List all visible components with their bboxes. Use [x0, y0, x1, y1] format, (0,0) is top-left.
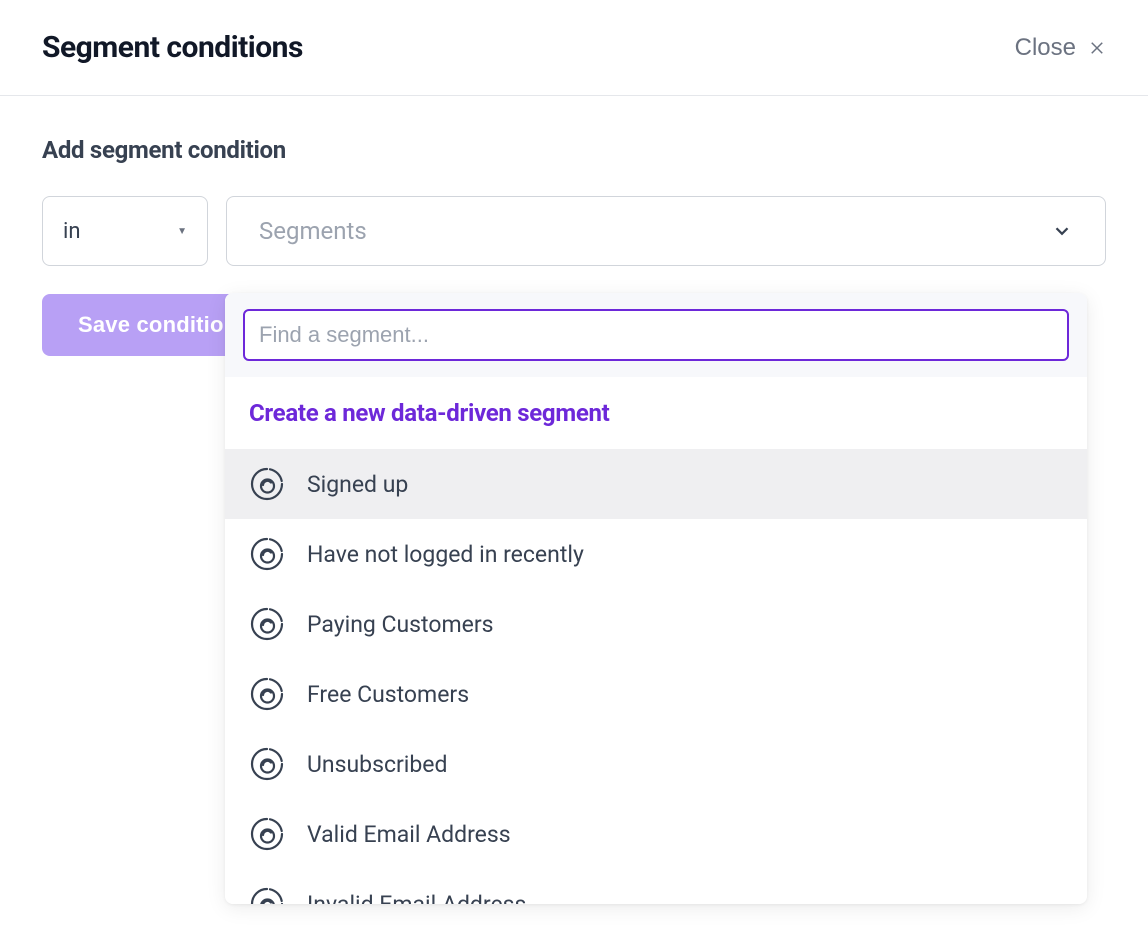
create-segment-link[interactable]: Create a new data-driven segment [249, 399, 609, 427]
segment-item-label: Have not logged in recently [307, 541, 584, 568]
segment-icon [249, 606, 285, 642]
segment-icon [249, 536, 285, 572]
condition-operator-select[interactable]: in ▼ [42, 196, 208, 266]
modal-title: Segment conditions [42, 30, 303, 65]
segments-dropdown-panel: Create a new data-driven segment Signed … [225, 293, 1087, 904]
segment-icon [249, 816, 285, 852]
segments-select-placeholder: Segments [259, 217, 1051, 245]
segment-item-label: Unsubscribed [307, 751, 447, 778]
create-segment-link-wrap: Create a new data-driven segment [225, 377, 1087, 449]
segment-list-item[interactable]: Free Customers [225, 659, 1087, 729]
segment-list-item[interactable]: Signed up [225, 449, 1087, 519]
segment-item-label: Invalid Email Address [307, 891, 526, 905]
condition-form-row: in ▼ Segments [42, 196, 1106, 266]
segment-list-item[interactable]: Paying Customers [225, 589, 1087, 659]
segment-item-label: Free Customers [307, 681, 469, 708]
segment-list-item[interactable]: Have not logged in recently [225, 519, 1087, 589]
segment-list-item[interactable]: Invalid Email Address [225, 869, 1087, 904]
segment-icon [249, 746, 285, 782]
section-title: Add segment condition [42, 136, 1106, 164]
segment-list[interactable]: Signed up Have not logged in recently Pa… [225, 449, 1087, 904]
modal-header: Segment conditions Close [0, 0, 1148, 96]
segment-item-label: Signed up [307, 471, 408, 498]
chevron-down-icon [1051, 220, 1073, 242]
dropdown-search-wrap [225, 293, 1087, 377]
close-button-label: Close [1015, 34, 1076, 62]
segment-item-label: Paying Customers [307, 611, 494, 638]
segment-icon [249, 676, 285, 712]
dropdown-arrow-icon: ▼ [177, 226, 187, 237]
segment-list-item[interactable]: Valid Email Address [225, 799, 1087, 869]
close-button[interactable]: Close [1015, 34, 1106, 62]
condition-operator-value: in [63, 219, 177, 244]
segment-item-label: Valid Email Address [307, 821, 511, 848]
segment-icon [249, 886, 285, 904]
segment-search-input[interactable] [243, 309, 1069, 361]
segment-list-item[interactable]: Unsubscribed [225, 729, 1087, 799]
segment-icon [249, 466, 285, 502]
close-icon [1088, 39, 1106, 57]
segments-select[interactable]: Segments [226, 196, 1106, 266]
